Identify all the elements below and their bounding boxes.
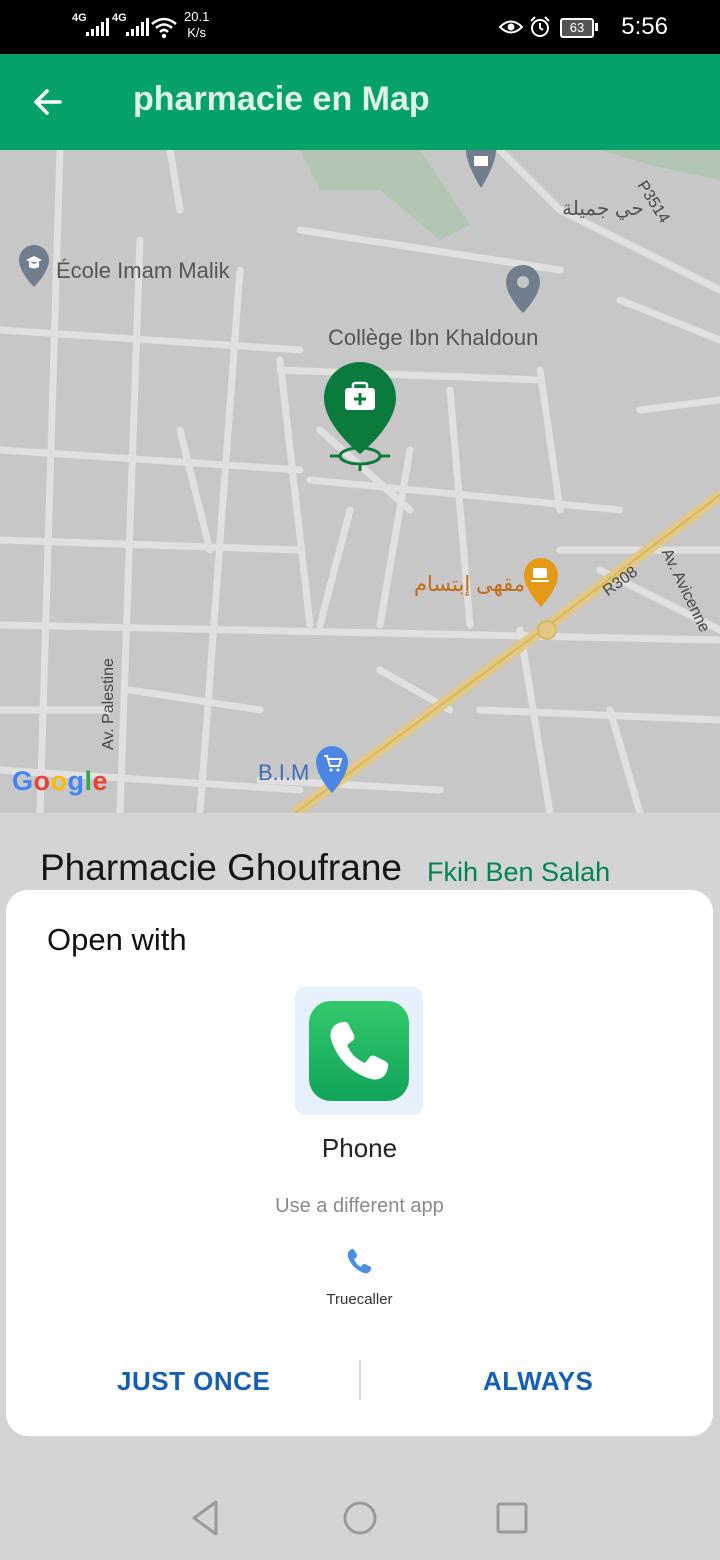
use-different-app-label: Use a different app: [275, 1195, 444, 1217]
signal-icon-2: [126, 18, 149, 36]
home-circle-icon[interactable]: [340, 1498, 380, 1538]
page-title: pharmacie en Map: [133, 80, 430, 118]
button-divider: [359, 1360, 361, 1400]
recents-square-icon[interactable]: [492, 1498, 532, 1538]
dialog-title: Open with: [47, 922, 187, 957]
map-label-palestine: Av. Palestine: [100, 658, 117, 750]
network-speed: 20.1 K/s: [184, 9, 210, 40]
wifi-icon: [151, 17, 177, 39]
signal-icon-1: [86, 18, 109, 36]
phone-app-name: Phone: [321, 1133, 398, 1163]
status-bar: 4G 4G 20.1 K/s 63 5:56: [0, 0, 720, 54]
map-view[interactable]: École Imam Malik Collège Ibn Khaldoun حي…: [0, 150, 720, 813]
google-logo: Google: [12, 766, 109, 796]
back-triangle-icon[interactable]: [186, 1498, 226, 1538]
place-name: Pharmacie Ghoufrane: [40, 847, 402, 888]
just-once-button[interactable]: JUST ONCE: [117, 1366, 270, 1397]
alarm-icon: [530, 16, 550, 37]
always-button[interactable]: ALWAYS: [483, 1366, 593, 1397]
map-label-cafe: مقهى إبتسام: [414, 573, 526, 596]
battery-nub: [595, 23, 598, 31]
truecaller-app-name[interactable]: Truecaller: [6, 1291, 713, 1308]
phone-small-icon[interactable]: [344, 1246, 374, 1276]
open-with-dialog: Open with Phone Use a different app True…: [6, 890, 713, 1436]
map-label-college: Collège Ibn Khaldoun: [328, 325, 539, 350]
network-type-1: 4G: [72, 12, 87, 24]
network-type-2: 4G: [112, 12, 127, 24]
app-bar: pharmacie en Map: [0, 54, 720, 150]
eye-icon: [499, 20, 523, 34]
map-label-district: حي جميلة: [562, 198, 644, 220]
battery-indicator: 63: [560, 18, 594, 38]
phone-app-option[interactable]: [295, 987, 423, 1115]
arrow-left-icon[interactable]: [30, 84, 66, 120]
place-city: Fkih Ben Salah: [427, 857, 611, 887]
navigation-bar: [0, 1470, 720, 1560]
map-label-school: École Imam Malik: [56, 258, 230, 283]
clock: 5:56: [621, 13, 668, 40]
phone-icon: [309, 1001, 409, 1101]
map-label-store: B.I.M: [258, 760, 310, 785]
